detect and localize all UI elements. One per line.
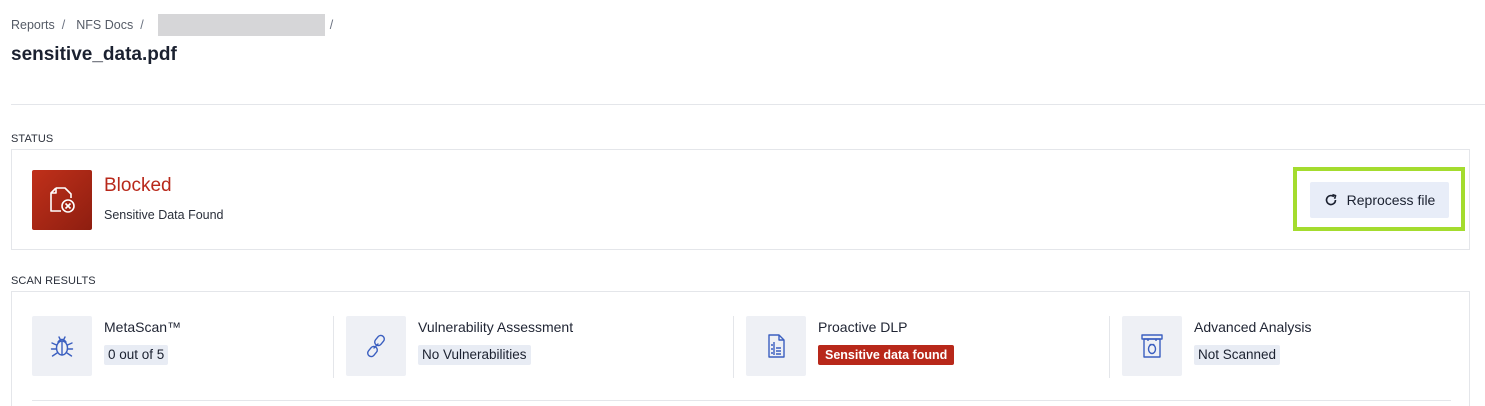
scan-item-advanced-analysis[interactable]: Advanced Analysis Not Scanned [1122,316,1452,378]
header-divider [11,104,1485,105]
scan-results-card: MetaScan™ 0 out of 5 Vulnerability Asses… [11,291,1470,406]
scan-item-title: Vulnerability Assessment [418,319,574,335]
scan-item-badge: No Vulnerabilities [418,345,531,365]
scan-item-badge-danger: Sensitive data found [818,345,955,365]
page-title: sensitive_data.pdf [11,44,177,65]
scan-item-title: Proactive DLP [818,319,908,335]
breadcrumb-redacted-item[interactable] [157,14,325,36]
chain-link-icon [346,316,406,376]
status-card: Blocked Sensitive Data Found Reprocess f… [11,149,1470,250]
breadcrumb-separator: / [329,18,334,32]
blocked-file-icon [32,170,92,230]
breadcrumb: Reports / NFS Docs / / [11,14,344,36]
scan-divider [333,316,334,378]
scan-divider [1109,316,1110,378]
breadcrumb-separator: / [61,18,66,32]
scan-item-badge: Not Scanned [1194,345,1281,365]
document-scan-icon [746,316,806,376]
scan-item-badge: 0 out of 5 [104,345,169,365]
breadcrumb-separator: / [140,18,144,32]
reprocess-file-button[interactable]: Reprocess file [1310,182,1449,218]
status-section-label: STATUS [11,133,54,145]
scan-divider [733,316,734,378]
scan-item-proactive-dlp[interactable]: Proactive DLP Sensitive data found [746,316,1086,378]
breadcrumb-reports[interactable]: Reports [11,18,55,32]
scan-item-title: Advanced Analysis [1194,319,1312,335]
refresh-icon [1324,193,1338,207]
scan-item-title: MetaScan™ [104,319,182,335]
reprocess-file-label: Reprocess file [1346,192,1436,208]
sandbox-icon [1122,316,1182,376]
scan-results-section-label: SCAN RESULTS [11,275,96,287]
bug-icon [32,316,92,376]
status-title: Blocked [104,175,172,196]
scan-item-vulnerability-assessment[interactable]: Vulnerability Assessment No Vulnerabilit… [346,316,716,378]
scan-item-metascan[interactable]: MetaScan™ 0 out of 5 [32,316,322,378]
breadcrumb-nfs-docs[interactable]: NFS Docs [76,18,133,32]
scan-results-divider [32,400,1451,401]
status-subtitle: Sensitive Data Found [104,208,224,222]
